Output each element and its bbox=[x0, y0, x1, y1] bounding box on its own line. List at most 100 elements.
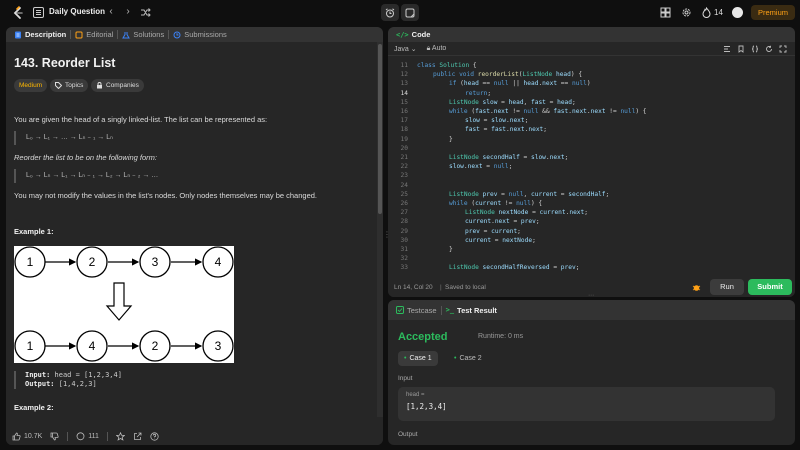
code-text: public void reorderList(ListNode head) { bbox=[433, 71, 583, 79]
test-panel: Testcase >_ Test Result Accepted Runtime… bbox=[388, 300, 795, 445]
footer-separator bbox=[106, 431, 108, 441]
tab-editorial[interactable]: Editorial bbox=[71, 27, 117, 42]
layout-icon[interactable] bbox=[660, 7, 671, 18]
tab-submissions[interactable]: Submissions bbox=[169, 27, 231, 42]
node-value: 3 bbox=[152, 255, 159, 269]
code-text: slow.next = null; bbox=[449, 163, 513, 171]
star-icon[interactable] bbox=[115, 431, 125, 441]
code-text: if (head == null || head.next == null) bbox=[449, 80, 591, 88]
line-number: 30 bbox=[400, 236, 408, 244]
reset-icon[interactable] bbox=[765, 45, 773, 53]
output-label: Output: bbox=[25, 380, 55, 388]
code-editor[interactable]: 11 class Solution {12 public void reorderL… bbox=[388, 59, 788, 297]
document-icon bbox=[15, 31, 21, 38]
description-footer: 10.7K 111 bbox=[6, 427, 383, 445]
line-number: 15 bbox=[400, 98, 408, 106]
code-text: slow = slow.next; bbox=[465, 117, 529, 125]
chevron-left-icon[interactable]: ‹ bbox=[105, 6, 117, 18]
case-1-tab[interactable]: • Case 1 bbox=[398, 351, 438, 366]
auto-mode-toggle[interactable]: 🔒︎ Auto bbox=[427, 45, 447, 53]
note-icon bbox=[405, 8, 415, 17]
scrollbar-thumb[interactable] bbox=[378, 44, 382, 214]
tab-solutions[interactable]: Solutions bbox=[118, 27, 168, 42]
node-value: 2 bbox=[152, 339, 159, 353]
line-number: 19 bbox=[400, 135, 408, 143]
dot-icon: • bbox=[404, 355, 407, 362]
braces-icon[interactable] bbox=[751, 45, 759, 53]
example-1-top-list: 1 2 3 4 bbox=[14, 246, 234, 278]
line-number: 26 bbox=[400, 200, 408, 207]
code-text: current.next = prev; bbox=[465, 218, 540, 226]
tag-icon bbox=[55, 82, 62, 89]
code-text: fast = fast.next.next; bbox=[465, 126, 548, 134]
code-panel: </> Code Java ⌄ 🔒︎ Auto 11 class Solution… bbox=[388, 27, 795, 297]
language-select[interactable]: Java ⌄ bbox=[394, 45, 417, 53]
notes-button[interactable] bbox=[401, 4, 419, 21]
save-status: Saved to local bbox=[445, 284, 486, 291]
code-text: ListNode prev = null, current = secondHa… bbox=[449, 190, 610, 198]
tab-testcase[interactable]: Testcase bbox=[392, 300, 441, 320]
line-number: 31 bbox=[400, 246, 408, 253]
nav-title[interactable]: Daily Question bbox=[49, 7, 105, 16]
code-text: return; bbox=[465, 89, 492, 97]
like-count: 10.7K bbox=[24, 432, 43, 440]
timer-button[interactable] bbox=[381, 4, 399, 21]
output-label: Output bbox=[398, 431, 418, 438]
code-text: prev = current; bbox=[465, 227, 521, 235]
line-number: 18 bbox=[400, 126, 408, 134]
fullscreen-icon[interactable] bbox=[779, 45, 787, 53]
dislike-button[interactable] bbox=[50, 432, 59, 441]
problem-description: 143. Reorder List Medium Topics Companie… bbox=[6, 42, 377, 417]
formula-original-list: L₀ → L₁ → … → Lₙ ₋ ₁ → Lₙ bbox=[14, 131, 113, 145]
line-number: 14 bbox=[400, 89, 408, 97]
run-button[interactable]: Run bbox=[710, 279, 744, 295]
companies-tag[interactable]: Companies bbox=[91, 79, 144, 92]
node-value: 2 bbox=[89, 255, 96, 269]
editor-tools bbox=[723, 45, 787, 53]
separator: | bbox=[440, 284, 442, 291]
code-text: while (current != null) { bbox=[449, 200, 543, 207]
topics-tag[interactable]: Topics bbox=[50, 79, 89, 92]
example-1-title: Example 1: bbox=[14, 227, 54, 236]
tab-description[interactable]: Description bbox=[10, 27, 70, 42]
avatar[interactable] bbox=[732, 7, 743, 18]
submit-button[interactable]: Submit bbox=[748, 279, 792, 295]
runtime: Runtime: 0 ms bbox=[478, 333, 524, 340]
case-2-tab[interactable]: • Case 2 bbox=[448, 351, 488, 366]
comments-button[interactable]: 111 bbox=[76, 431, 99, 441]
problem-list-icon[interactable] bbox=[33, 7, 44, 18]
tab-code[interactable]: </> Code bbox=[392, 27, 434, 42]
tab-test-result[interactable]: >_ Test Result bbox=[442, 300, 501, 320]
code-text: ListNode secondHalfReversed = prev; bbox=[449, 264, 580, 272]
help-icon[interactable] bbox=[150, 431, 159, 441]
gear-icon[interactable] bbox=[681, 7, 692, 18]
node-value: 1 bbox=[27, 255, 34, 269]
horizontal-resize-handle[interactable]: ⋯ bbox=[588, 292, 594, 299]
comment-count: 111 bbox=[88, 432, 99, 440]
example-1-io: Input: head = [1,2,3,4] Output: [1,4,2,3… bbox=[14, 371, 122, 389]
thumbs-down-icon bbox=[50, 432, 59, 440]
debug-icon[interactable] bbox=[692, 283, 701, 292]
formula-reordered-list: L₀ → Lₙ → L₁ → Lₙ ₋ ₁ → L₂ → Lₙ ₋ ₂ → … bbox=[14, 169, 158, 183]
line-number: 12 bbox=[400, 71, 408, 79]
chevron-down-icon: ⌄ bbox=[410, 45, 417, 53]
line-number: 33 bbox=[400, 264, 408, 272]
description-panel: Description Editorial Solutions Submissi… bbox=[6, 27, 383, 445]
share-icon[interactable] bbox=[133, 432, 142, 441]
shuffle-icon[interactable] bbox=[140, 7, 151, 18]
constraint-text: You may not modify the values in the lis… bbox=[14, 191, 317, 200]
node-value: 4 bbox=[215, 255, 222, 269]
line-number: 32 bbox=[400, 255, 408, 263]
code-text: class Solution { bbox=[417, 62, 477, 69]
bookmark-icon[interactable] bbox=[737, 45, 745, 53]
reorder-text: Reorder the list to be on the following … bbox=[14, 153, 157, 162]
streak-counter[interactable]: 14 bbox=[702, 7, 723, 18]
format-icon[interactable] bbox=[723, 45, 731, 53]
like-button[interactable]: 10.7K bbox=[12, 432, 42, 441]
leetcode-logo-icon[interactable] bbox=[11, 6, 25, 20]
line-number: 16 bbox=[400, 108, 408, 115]
chevron-right-icon[interactable]: › bbox=[122, 6, 134, 18]
premium-button[interactable]: Premium bbox=[751, 5, 795, 20]
line-number: 27 bbox=[400, 209, 408, 217]
code-brackets-icon: </> bbox=[396, 30, 409, 39]
